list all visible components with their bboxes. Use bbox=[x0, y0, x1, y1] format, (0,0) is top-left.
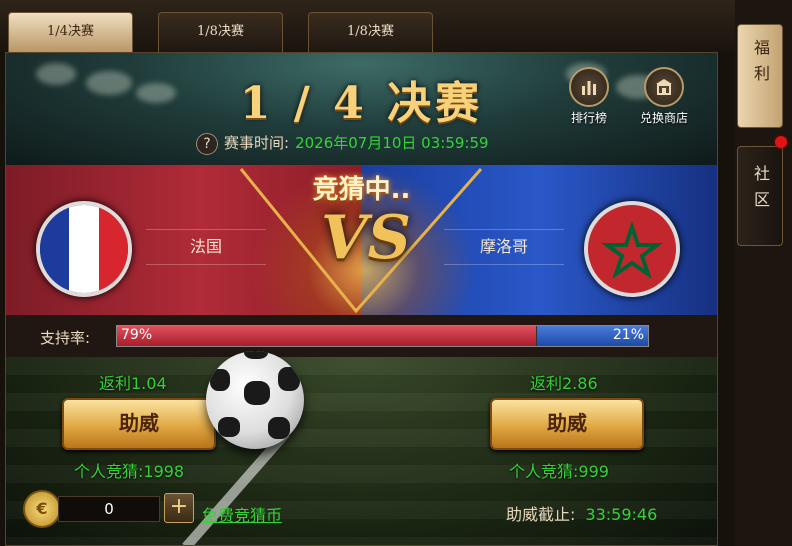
side-panel: 福利 社区 bbox=[735, 0, 792, 546]
deadline-label: 助威截止: bbox=[506, 505, 576, 524]
tab-quarterfinal[interactable]: 1/4决赛 bbox=[8, 12, 133, 52]
match-time-row: ? 赛事时间: 2026年07月10日 03:59:59 bbox=[196, 131, 489, 155]
left-support-pct: 79% bbox=[121, 327, 153, 343]
tab-bar: 1/4决赛 1/8决赛 1/8决赛 bbox=[0, 0, 735, 52]
tab-round-of-16-a[interactable]: 1/8决赛 bbox=[158, 12, 283, 52]
notification-dot bbox=[775, 136, 787, 148]
support-rate-label: 支持率: bbox=[40, 329, 91, 347]
coin-amount: 0 bbox=[58, 496, 160, 522]
exchange-shop-button[interactable]: 兑换商店 bbox=[634, 67, 694, 125]
coin-icon: € bbox=[23, 490, 61, 528]
match-time-label: 赛事时间: bbox=[224, 134, 290, 152]
support-rate-bar: 79% 21% bbox=[116, 325, 649, 347]
left-personal-bet: 个人竞猜:1998 bbox=[74, 462, 185, 481]
left-return-rate: 返利1.04 bbox=[99, 374, 167, 393]
match-time-value: 2026年07月10日 03:59:59 bbox=[295, 134, 489, 152]
side-tab-community-label: 社区 bbox=[751, 165, 770, 217]
soccer-ball-image bbox=[206, 351, 304, 449]
tab-round-of-16-b[interactable]: 1/8决赛 bbox=[308, 12, 433, 52]
ranking-label: 排行榜 bbox=[570, 111, 607, 125]
exchange-shop-label: 兑换商店 bbox=[639, 111, 688, 125]
cheer-right-button[interactable]: 助威 bbox=[490, 398, 644, 450]
main-frame: 1 / 4 决赛 ? 赛事时间: 2026年07月10日 03:59:59 排行榜 … bbox=[0, 52, 735, 546]
cheer-deadline: 助威截止: 33:59:46 bbox=[506, 501, 657, 525]
cheer-left-button[interactable]: 助威 bbox=[62, 398, 216, 450]
question-icon[interactable]: ? bbox=[196, 132, 218, 155]
side-tab-community[interactable]: 社区 bbox=[737, 146, 783, 246]
support-rate-row: 支持率: 79% 21% bbox=[6, 315, 717, 357]
right-team-name: 摩洛哥 bbox=[444, 229, 564, 265]
right-personal-bet: 个人竞猜:999 bbox=[509, 462, 609, 481]
deadline-value: 33:59:46 bbox=[585, 505, 658, 524]
vs-label: VS bbox=[321, 203, 411, 273]
left-team-name: 法国 bbox=[146, 229, 266, 265]
plus-icon[interactable]: + bbox=[164, 493, 194, 523]
right-return-rate: 返利2.86 bbox=[530, 374, 598, 393]
shop-icon bbox=[644, 67, 684, 107]
bar-chart-icon bbox=[569, 67, 609, 107]
match-status: 竞猜中.. bbox=[312, 175, 411, 205]
match-panel: 1 / 4 决赛 ? 赛事时间: 2026年07月10日 03:59:59 排行榜 … bbox=[5, 52, 718, 546]
right-support-pct: 21% bbox=[612, 327, 644, 343]
morocco-flag bbox=[584, 201, 680, 297]
side-tab-welfare-label: 福利 bbox=[751, 39, 770, 91]
free-coins-link[interactable]: 免费竞猜币 bbox=[202, 502, 282, 526]
ranking-button[interactable]: 排行榜 bbox=[559, 67, 619, 125]
france-flag bbox=[36, 201, 132, 297]
support-bar-left bbox=[117, 326, 537, 346]
side-tab-welfare[interactable]: 福利 bbox=[737, 24, 783, 128]
